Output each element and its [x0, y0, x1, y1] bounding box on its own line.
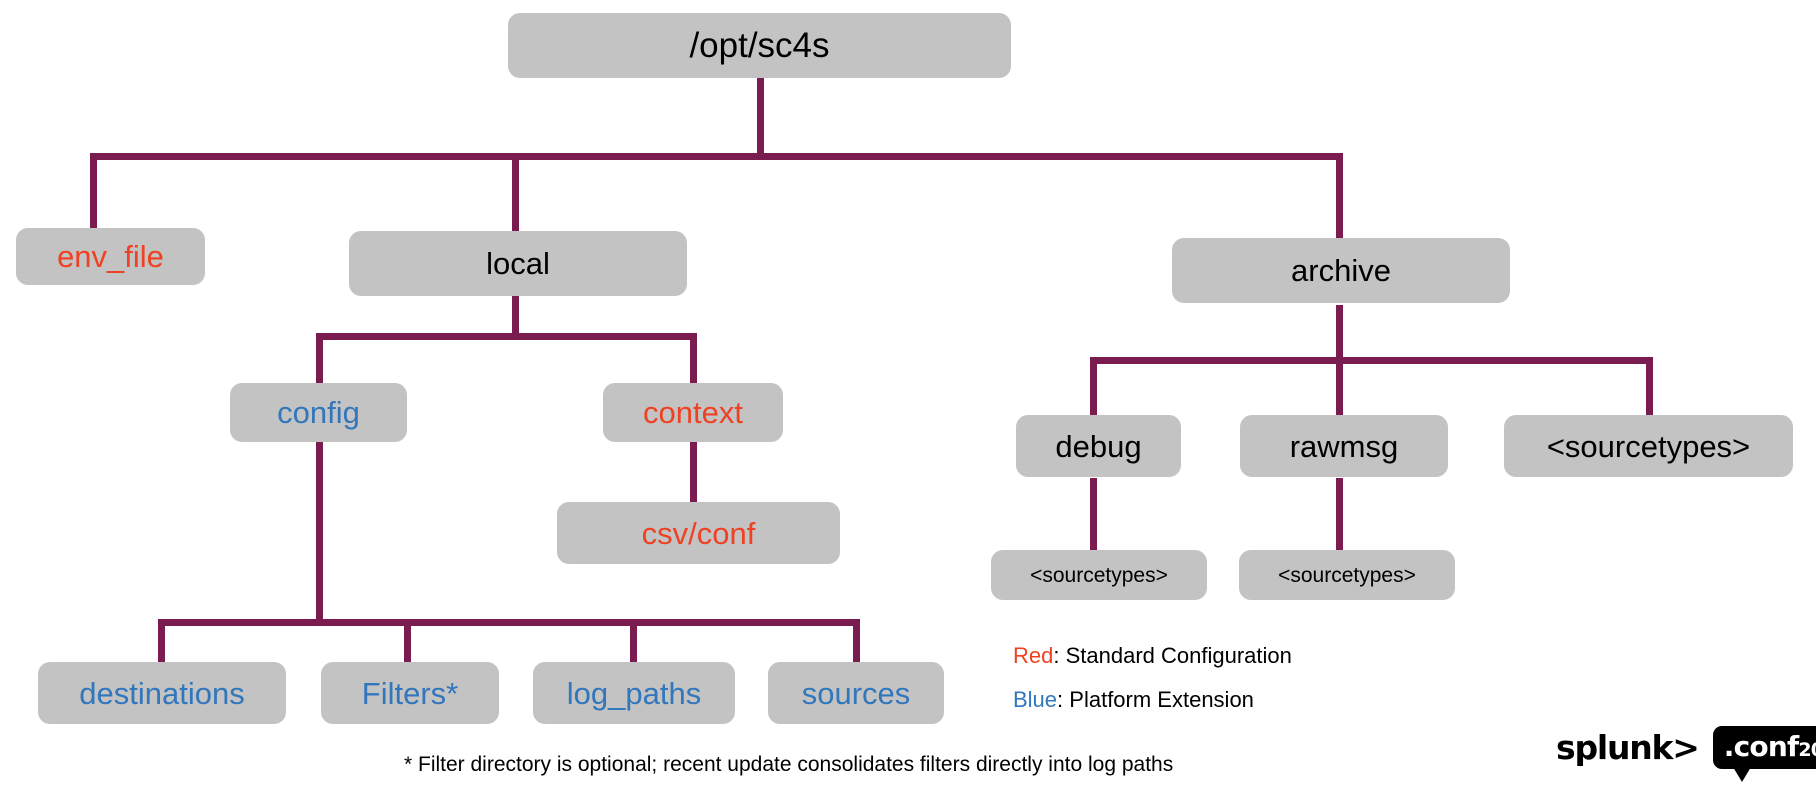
node-archive-label: archive	[1291, 253, 1391, 288]
connector-to-destinations	[158, 619, 165, 662]
connector-to-archive	[1336, 153, 1343, 238]
connector-to-log-paths	[630, 619, 637, 662]
node-env-file-label: env_file	[57, 239, 164, 274]
node-config-label: config	[277, 395, 360, 430]
node-archive-sourcetypes-label: <sourcetypes>	[1546, 428, 1751, 464]
footnote: * Filter directory is optional; recent u…	[404, 753, 1174, 776]
node-debug-sourcetypes-label: <sourcetypes>	[1030, 563, 1168, 587]
conf-prefix-label: .conf	[1723, 730, 1799, 763]
connector-config-stem	[316, 442, 323, 622]
node-rawmsg-sourcetypes-label: <sourcetypes>	[1278, 563, 1416, 587]
node-sources[interactable]: sources	[768, 662, 944, 724]
connector-archive-stem	[1336, 305, 1343, 360]
legend-blue-key: Blue	[1013, 687, 1058, 712]
connector-to-context	[690, 333, 697, 383]
node-rawmsg-sourcetypes[interactable]: <sourcetypes>	[1239, 550, 1455, 600]
node-rawmsg[interactable]: rawmsg	[1240, 415, 1448, 477]
node-csv-conf[interactable]: csv/conf	[557, 502, 840, 564]
legend-red-row: Red: Standard Configuration	[1013, 645, 1292, 667]
connector-config-bus	[158, 619, 860, 626]
node-debug-sourcetypes[interactable]: <sourcetypes>	[991, 550, 1207, 600]
conf-year-label: 20	[1798, 739, 1816, 761]
node-debug[interactable]: debug	[1016, 415, 1181, 477]
splunk-conf20-logo: splunk> .conf20	[1556, 726, 1816, 782]
node-destinations[interactable]: destinations	[38, 662, 286, 724]
node-log-paths[interactable]: log_paths	[533, 662, 735, 724]
diagram-canvas: /opt/sc4s env_file local archive config …	[0, 0, 1816, 792]
splunk-wordmark: splunk>	[1556, 728, 1700, 767]
node-filters[interactable]: Filters*	[321, 662, 499, 724]
legend-red-label: Standard Configuration	[1065, 643, 1292, 668]
legend-blue-row: Blue: Platform Extension	[1013, 689, 1254, 711]
legend-red-key: Red	[1013, 643, 1054, 668]
node-config[interactable]: config	[230, 383, 407, 442]
connector-to-env-file	[90, 153, 97, 228]
node-env-file[interactable]: env_file	[16, 228, 205, 285]
connector-root-stem	[757, 78, 764, 158]
node-local[interactable]: local	[349, 231, 687, 296]
node-root[interactable]: /opt/sc4s	[508, 13, 1011, 78]
node-root-label: /opt/sc4s	[689, 26, 830, 65]
node-destinations-label: destinations	[79, 675, 245, 711]
node-sources-label: sources	[801, 675, 911, 711]
connector-local-stem	[512, 296, 519, 336]
node-context[interactable]: context	[603, 383, 783, 442]
legend-blue-label: Platform Extension	[1069, 687, 1254, 712]
connector-to-archive-sourcetypes	[1646, 357, 1653, 415]
node-rawmsg-label: rawmsg	[1289, 428, 1399, 464]
connector-to-config	[316, 333, 323, 383]
connector-to-filters	[404, 619, 411, 662]
node-local-label: local	[486, 246, 550, 281]
connector-local-bus	[316, 333, 697, 340]
connector-context-to-csvconf	[690, 442, 697, 502]
node-context-label: context	[643, 395, 743, 430]
connector-to-local	[512, 153, 519, 231]
node-log-paths-label: log_paths	[566, 675, 702, 711]
connector-to-sources	[853, 619, 860, 662]
node-archive-sourcetypes[interactable]: <sourcetypes>	[1504, 415, 1793, 477]
connector-debug-to-sourcetypes	[1090, 478, 1097, 550]
node-debug-label: debug	[1055, 428, 1142, 464]
connector-rawmsg-to-sourcetypes	[1336, 478, 1343, 550]
legend-blue-separator: :	[1057, 687, 1070, 712]
node-filters-label: Filters*	[361, 675, 459, 711]
connector-to-rawmsg	[1336, 357, 1343, 415]
legend-red-separator: :	[1053, 643, 1066, 668]
connector-to-debug	[1090, 357, 1097, 415]
connector-main-bus	[90, 153, 1343, 160]
node-archive[interactable]: archive	[1172, 238, 1510, 303]
conf20-badge: .conf20	[1712, 726, 1816, 782]
connector-archive-bus	[1090, 357, 1653, 364]
node-csv-conf-label: csv/conf	[641, 515, 756, 551]
